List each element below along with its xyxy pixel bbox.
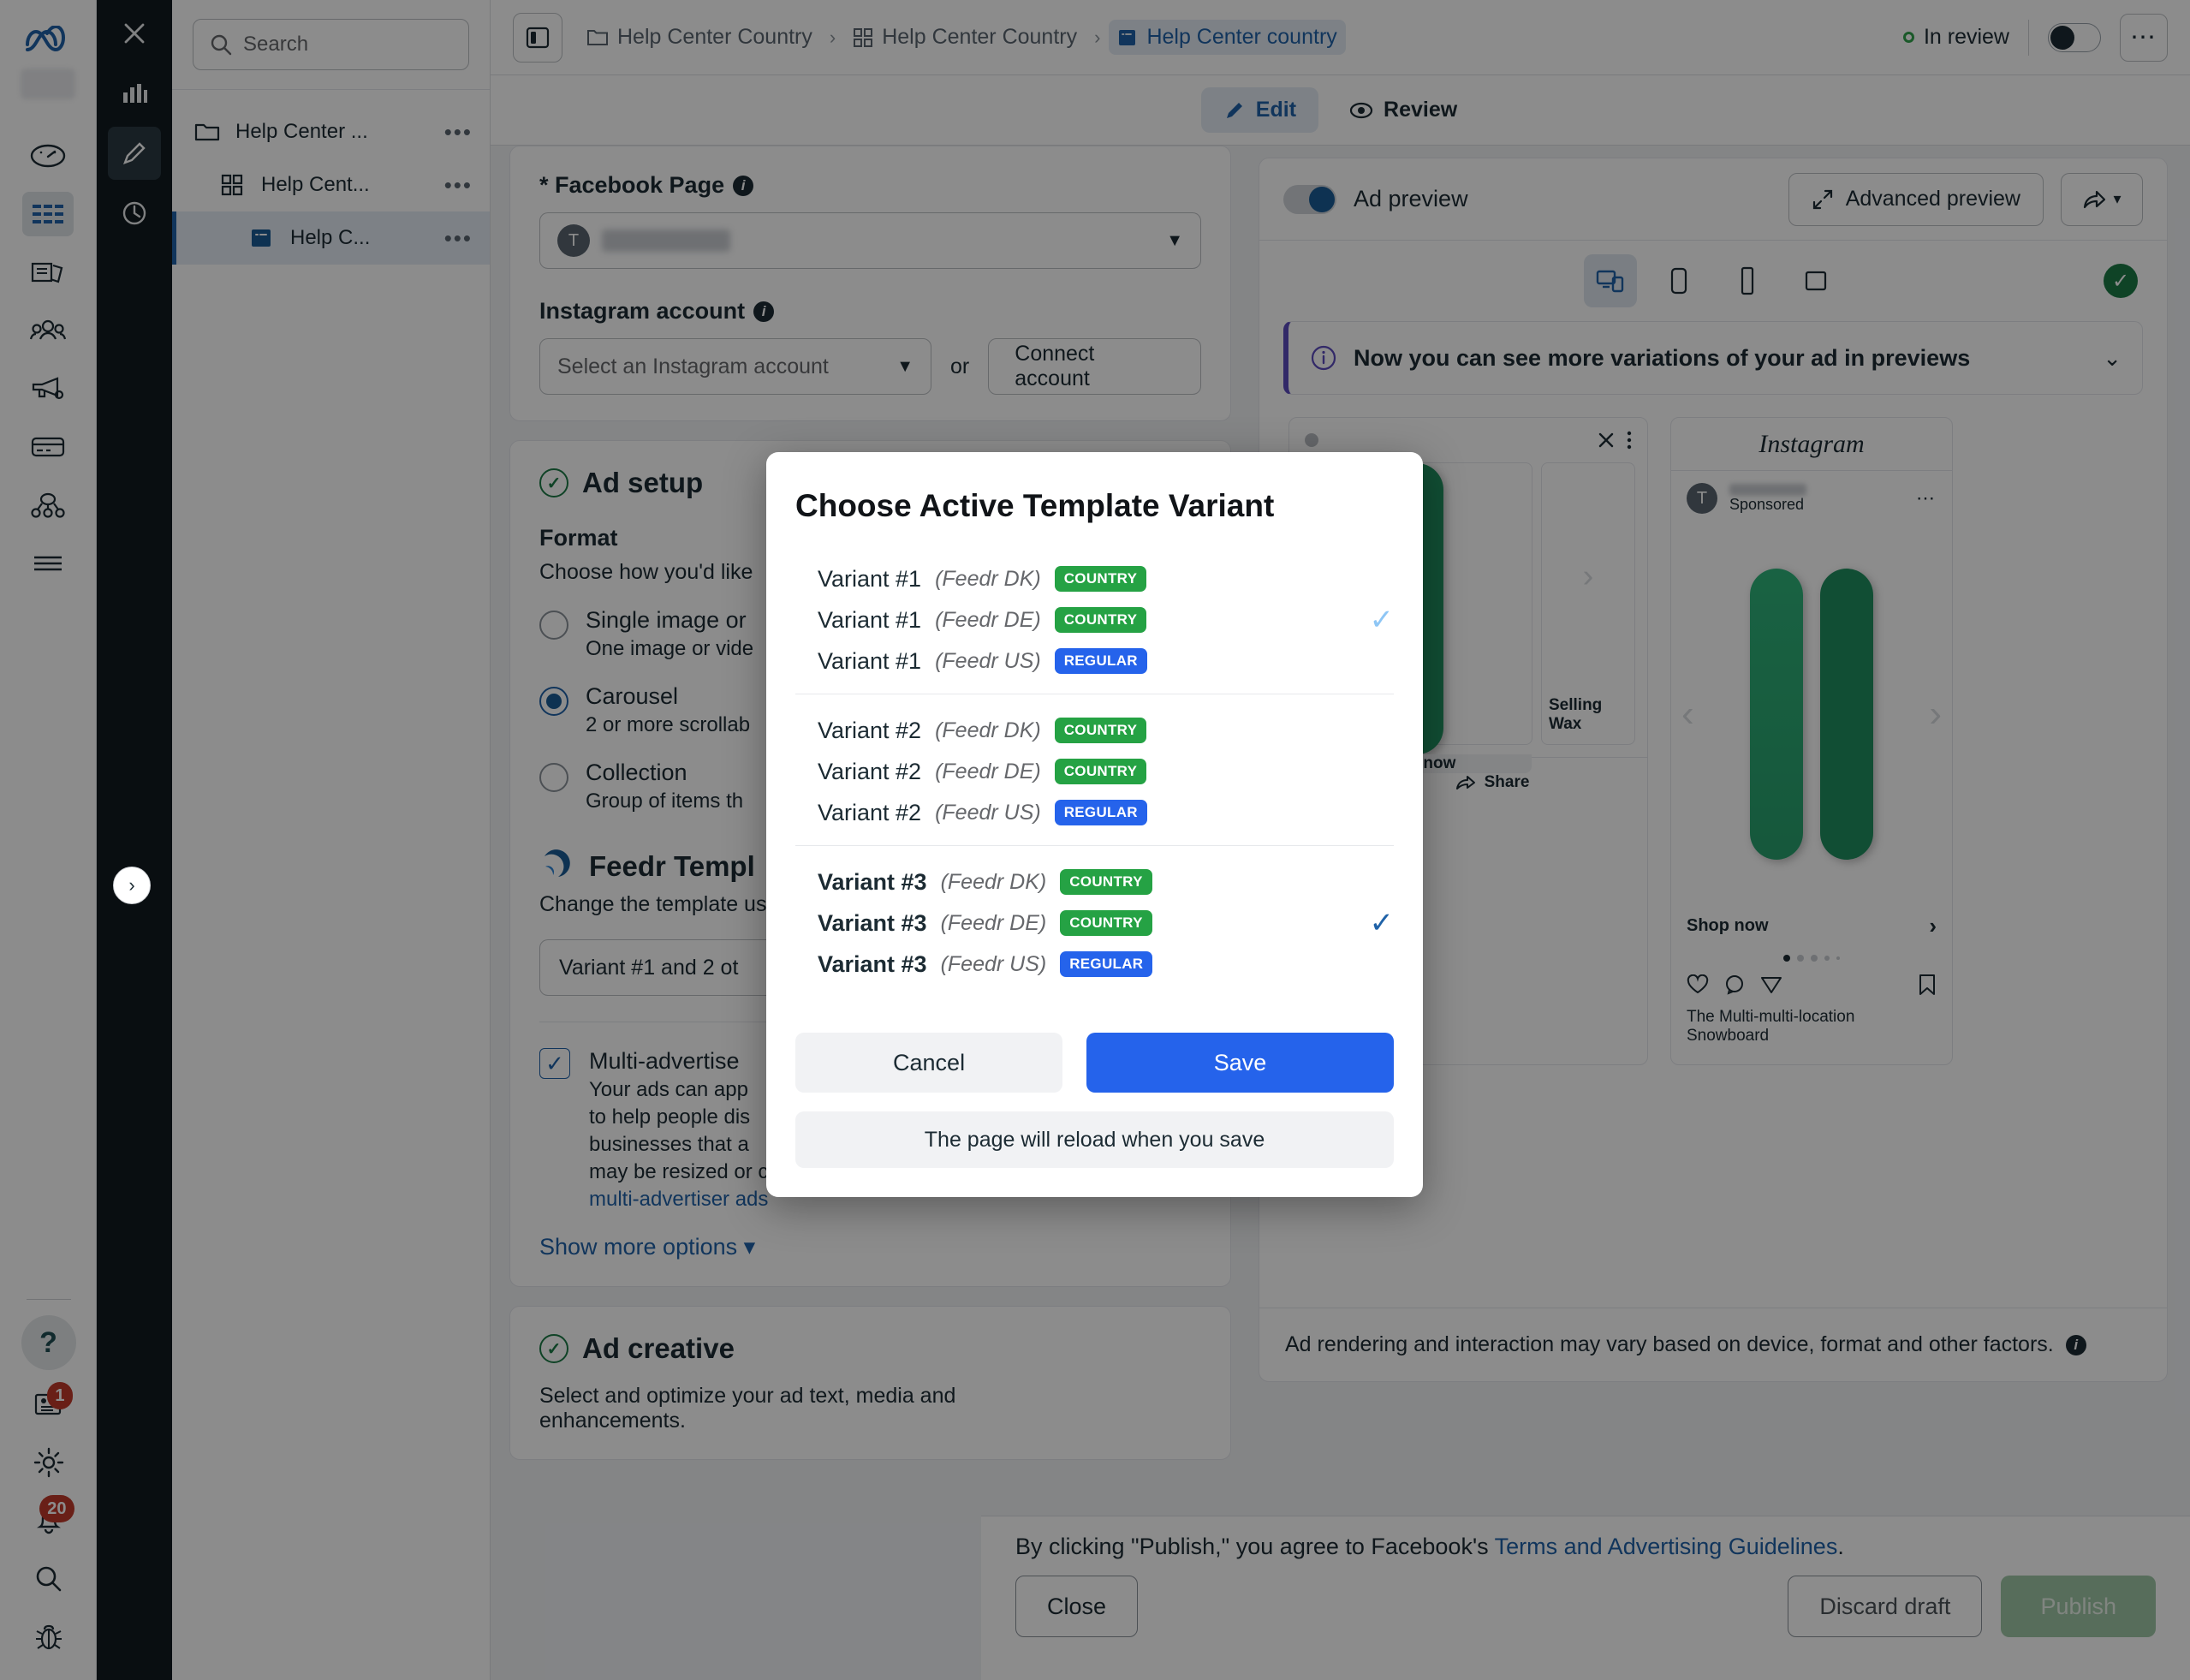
save-button[interactable]: Save [1086, 1033, 1394, 1093]
modal-title: Choose Active Template Variant [795, 488, 1394, 524]
variant-name: Variant #3 [818, 910, 927, 937]
variant-tag: COUNTRY [1055, 566, 1147, 592]
variant-source: (Feedr US) [941, 952, 1047, 977]
expand-sidebar-icon[interactable]: › [113, 867, 151, 904]
variant-name: Variant #1 [818, 648, 921, 675]
variant-row[interactable]: Variant #3 (Feedr DE) COUNTRY ✓ [795, 903, 1394, 944]
variant-name: Variant #2 [818, 718, 921, 744]
variant-source: (Feedr US) [935, 649, 1041, 674]
variant-check-icon: ✓ [1370, 909, 1395, 938]
variant-source: (Feedr US) [935, 801, 1041, 825]
variant-row[interactable]: Variant #2 (Feedr US) REGULAR [795, 792, 1394, 833]
variant-row[interactable]: Variant #2 (Feedr DK) COUNTRY [795, 710, 1394, 751]
variant-tag: COUNTRY [1060, 869, 1152, 895]
variant-name: Variant #1 [818, 566, 921, 593]
variant-tag: REGULAR [1060, 951, 1152, 977]
variant-name: Variant #2 [818, 759, 921, 785]
variant-source: (Feedr DK) [935, 718, 1041, 743]
modal-actions: Cancel Save [795, 1033, 1394, 1093]
variant-name: Variant #3 [818, 869, 927, 896]
variant-name: Variant #3 [818, 951, 927, 978]
variant-row[interactable]: Variant #1 (Feedr DE) COUNTRY ✓ [795, 599, 1394, 640]
modal-note: The page will reload when you save [795, 1111, 1394, 1168]
variant-tag: COUNTRY [1060, 910, 1152, 936]
variant-row[interactable]: Variant #2 (Feedr DE) COUNTRY [795, 751, 1394, 792]
variant-tag: REGULAR [1055, 648, 1147, 674]
variant-tag: REGULAR [1055, 800, 1147, 825]
variant-row[interactable]: Variant #3 (Feedr US) REGULAR [795, 944, 1394, 985]
variant-tag: COUNTRY [1055, 718, 1147, 743]
variant-tag: COUNTRY [1055, 607, 1147, 633]
variant-tag: COUNTRY [1055, 759, 1147, 784]
cancel-button[interactable]: Cancel [795, 1033, 1062, 1093]
variant-source: (Feedr DE) [941, 911, 1047, 936]
variant-row[interactable]: Variant #3 (Feedr DK) COUNTRY [795, 861, 1394, 903]
variant-group-3: Variant #3 (Feedr DK) COUNTRY Variant #3… [795, 845, 1394, 997]
variant-source: (Feedr DE) [935, 608, 1041, 633]
variant-name: Variant #1 [818, 607, 921, 634]
variant-name: Variant #2 [818, 800, 921, 826]
variant-check-icon: ✓ [1370, 605, 1395, 634]
choose-template-variant-modal: Choose Active Template Variant Variant #… [766, 452, 1423, 1197]
variant-source: (Feedr DK) [935, 567, 1041, 592]
variant-source: (Feedr DE) [935, 760, 1041, 784]
app-root: ? 1 20 [0, 0, 2190, 1680]
variant-row[interactable]: Variant #1 (Feedr US) REGULAR [795, 640, 1394, 682]
variant-group-2: Variant #2 (Feedr DK) COUNTRY Variant #2… [795, 694, 1394, 845]
variant-group-1: Variant #1 (Feedr DK) COUNTRY Variant #1… [795, 553, 1394, 694]
variant-row[interactable]: Variant #1 (Feedr DK) COUNTRY [795, 558, 1394, 599]
variant-source: (Feedr DK) [941, 870, 1047, 895]
